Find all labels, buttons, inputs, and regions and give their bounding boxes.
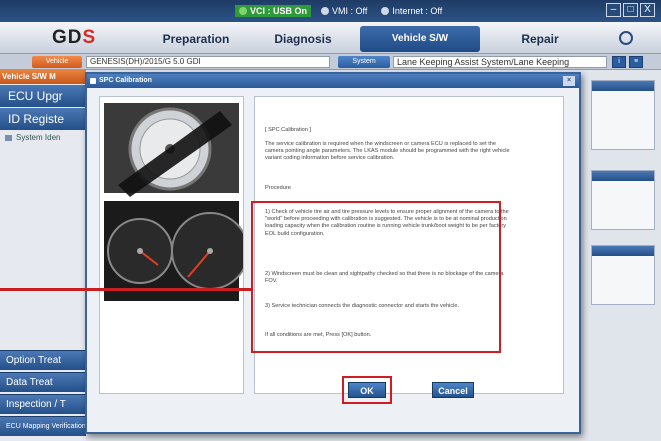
maximize-button[interactable]: □ xyxy=(623,3,638,17)
ok-button[interactable]: OK xyxy=(348,382,386,398)
cancel-button[interactable]: Cancel xyxy=(432,382,474,398)
sidebar-sub-system-identification[interactable]: System Iden xyxy=(0,131,86,142)
close-window-button[interactable]: X xyxy=(640,3,655,17)
sidebar-header: Vehicle S/W M xyxy=(0,70,86,84)
tab-repair[interactable]: Repair xyxy=(490,26,590,52)
vehicle-field[interactable]: GENESIS(DH)/2015/G 5.0 GDI xyxy=(86,56,330,68)
main-nav: GDS Preparation Diagnosis Vehicle S/W Ma… xyxy=(0,22,661,70)
internet-status: Internet : Off xyxy=(377,5,446,17)
vehicle-button[interactable]: Vehicle xyxy=(32,56,82,68)
cluster-illustration xyxy=(104,103,249,301)
sidebar-item-ecu-mapping[interactable]: ECU Mapping Verification xyxy=(0,416,86,436)
dialog-close-icon[interactable]: × xyxy=(563,76,575,86)
system-field[interactable]: Lane Keeping Assist System/Lane Keeping xyxy=(393,56,607,68)
sidebar-item-ecu-upgrade[interactable]: ECU Upgr xyxy=(0,85,86,107)
tab-vehicle-sw-management[interactable]: Vehicle S/W Management xyxy=(360,26,480,70)
dialog-title-text: SPC Calibration xyxy=(99,77,152,84)
status-bar: VCI : USB On VMI : Off Internet : Off – … xyxy=(0,0,661,22)
vci-status-icon xyxy=(239,7,247,15)
spc-calibration-dialog: SPC Calibration × [ SPC Calibration ] Th… xyxy=(85,72,581,434)
sidebar-item-data-treatment[interactable]: Data Treat xyxy=(0,372,86,392)
dialog-title: SPC Calibration × xyxy=(87,74,579,88)
tab-diagnosis[interactable]: Diagnosis xyxy=(258,26,348,52)
logo-text-accent: S xyxy=(82,27,97,48)
vmi-status-icon xyxy=(321,7,330,15)
instrument-cluster-images xyxy=(99,96,249,394)
vmi-status: VMI : Off xyxy=(317,5,371,17)
card-header xyxy=(592,81,654,91)
gds-app-window: VCI : USB On VMI : Off Internet : Off – … xyxy=(0,0,661,441)
callout-pointer-line xyxy=(0,288,252,291)
search-icon[interactable] xyxy=(619,31,633,45)
gds-logo: GDS xyxy=(52,27,96,49)
window-controls: – □ X xyxy=(606,3,655,17)
tab-preparation[interactable]: Preparation xyxy=(146,26,246,52)
info-icon[interactable]: i xyxy=(612,56,626,68)
sidebar-item-option-treatment[interactable]: Option Treat xyxy=(0,350,86,370)
procedure-label: Procedure xyxy=(265,185,291,191)
sidebar-item-id-register[interactable]: ID Registe xyxy=(0,108,86,130)
vci-status: VCI : USB On xyxy=(235,5,312,17)
instruction-heading: [ SPC Calibration ] xyxy=(265,127,312,133)
highlight-procedure-box xyxy=(251,201,501,353)
sidebar-item-inspection[interactable]: Inspection / T xyxy=(0,394,86,414)
internet-status-icon xyxy=(381,7,390,15)
system-button[interactable]: System xyxy=(338,56,390,68)
background-card xyxy=(591,170,655,230)
sidebar: Vehicle S/W M ECU Upgr ID Registe System… xyxy=(0,70,86,441)
vehicle-info-row: Vehicle GENESIS(DH)/2015/G 5.0 GDI Syste… xyxy=(0,54,661,70)
background-card xyxy=(591,245,655,305)
minimize-button[interactable]: – xyxy=(606,3,621,17)
settings-icon[interactable]: ≡ xyxy=(629,56,643,68)
card-header xyxy=(592,246,654,256)
card-header xyxy=(592,171,654,181)
background-card xyxy=(591,80,655,150)
instruction-intro: The service calibration is required when… xyxy=(265,141,510,162)
logo-text: GD xyxy=(52,27,83,48)
